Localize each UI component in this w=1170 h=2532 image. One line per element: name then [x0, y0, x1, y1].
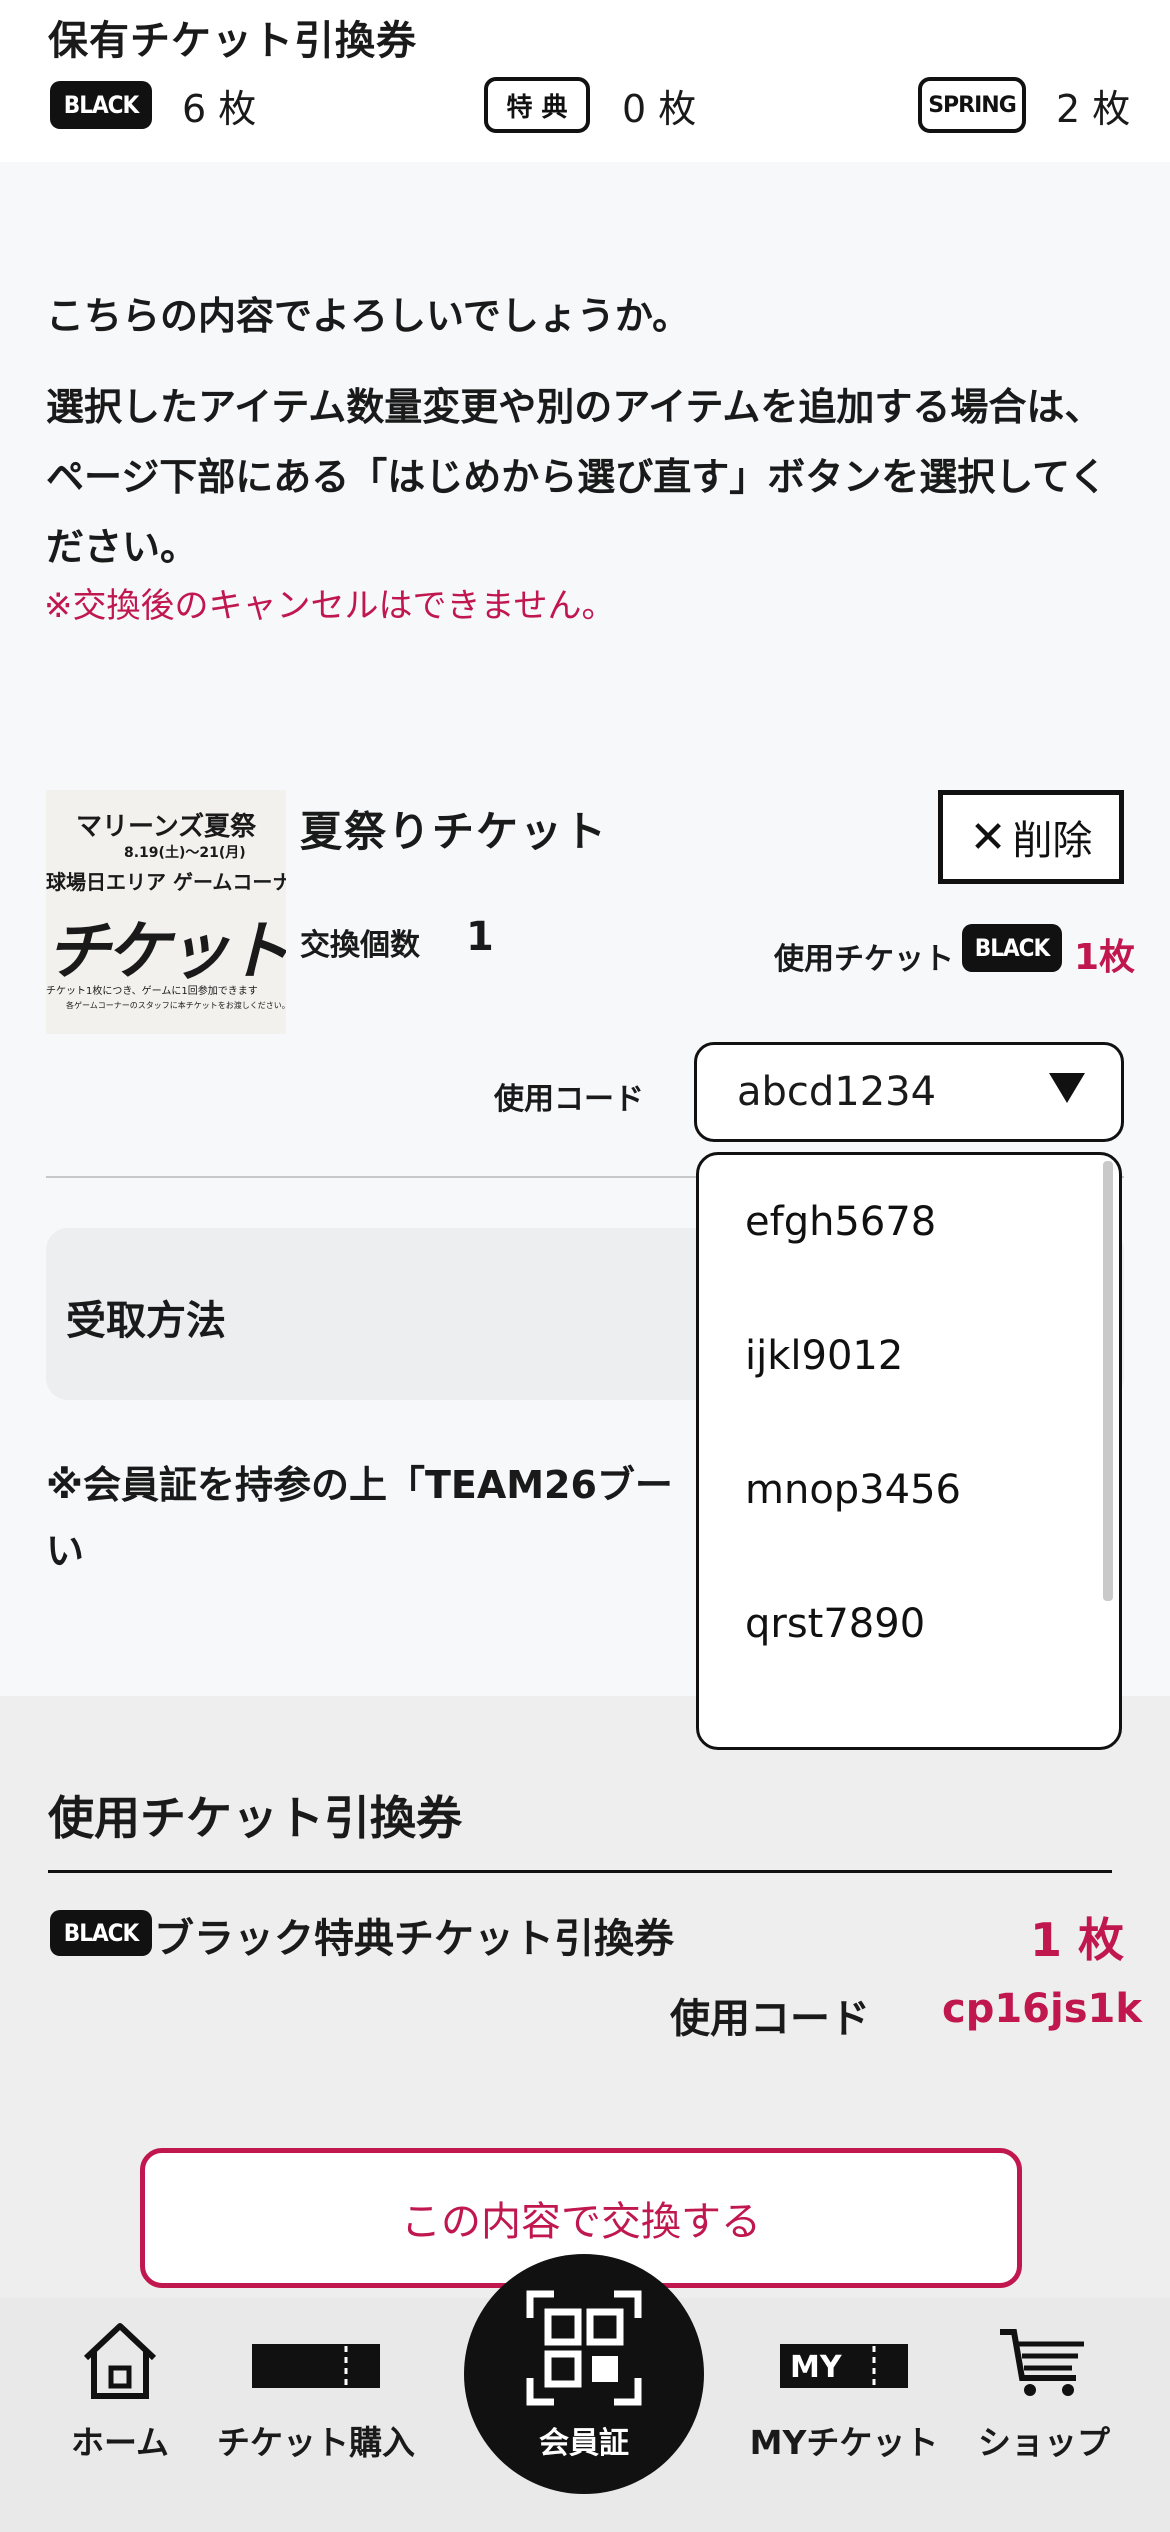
use-ticket-count: 1枚 — [1074, 937, 1136, 978]
quantity-value: 1 — [466, 914, 494, 960]
quantity-label: 交換個数 — [300, 928, 420, 963]
dropdown-option[interactable]: qrst7890 — [745, 1601, 925, 1647]
code-label: 使用コード — [494, 1082, 644, 1117]
black-count: 6 枚 — [182, 86, 257, 131]
close-icon: ✕ — [969, 811, 1007, 863]
confirm-instructions: 選択したアイテム数量変更や別のアイテムを追加する場合は、ページ下部にある「はじめ… — [46, 385, 1107, 569]
dropdown-option[interactable]: ijkl9012 — [745, 1333, 903, 1379]
nav-my-label: MYチケット — [749, 2423, 939, 2462]
cart-icon — [1000, 2329, 1084, 2396]
item-thumbnail: マリーンズ夏祭 8.19(土)〜21(月) 球場日エリア ゲームコーナー チケッ… — [46, 790, 286, 1034]
black-badge: BLACK — [50, 81, 152, 129]
nav-buy-label: チケット購入 — [217, 2423, 415, 2462]
used-ticket-name: ブラック特典チケット引換券 — [154, 1916, 674, 1962]
thumb-ticket-text: チケット — [46, 915, 286, 989]
nav-shop[interactable]: ショップ — [944, 2318, 1144, 2468]
nav-buy-ticket[interactable]: チケット購入 — [216, 2318, 416, 2468]
cancel-notice: ※交換後のキャンセルはできません。 — [44, 586, 616, 626]
nav-member-label: 会員証 — [539, 2426, 629, 2461]
owned-spring-ticket: SPRING 2 枚 — [918, 74, 1130, 136]
dropdown-scrollbar[interactable] — [1103, 1161, 1113, 1601]
triangle-down-icon — [1049, 1073, 1085, 1103]
item-name: 夏祭りチケット — [300, 807, 609, 856]
nav-shop-label: ショップ — [978, 2423, 1110, 2462]
delete-button[interactable]: ✕ 削除 — [938, 790, 1124, 884]
confirm-question: こちらの内容でよろしいでしょうか。 — [46, 294, 691, 338]
nav-member-card[interactable]: 会員証 — [464, 2254, 704, 2494]
owned-bonus-ticket: 特 典 0 枚 — [484, 74, 696, 136]
dropdown-option[interactable]: mnop3456 — [745, 1467, 961, 1513]
bonus-count: 0 枚 — [622, 86, 697, 131]
spring-count: 2 枚 — [1056, 86, 1131, 131]
used-tickets-title: 使用チケット引換券 — [48, 1791, 462, 1845]
my-ticket-icon-text: MY — [790, 2350, 843, 2385]
nav-my-ticket[interactable]: MY MYチケット — [744, 2318, 944, 2468]
thumb-area: 球場日エリア ゲームコーナー — [46, 870, 286, 894]
use-ticket-black-badge: BLACK — [962, 924, 1062, 972]
thumb-note2: 各ゲームコーナーのスタッフに本チケットをお渡しください。 — [66, 1001, 286, 1010]
delete-label: 削除 — [1012, 818, 1093, 864]
receive-method-label: 受取方法 — [66, 1298, 226, 1344]
used-code-label: 使用コード — [670, 1996, 870, 2042]
used-black-badge: BLACK — [50, 1910, 152, 1956]
code-select-value: abcd1234 — [737, 1069, 937, 1115]
code-select[interactable]: abcd1234 — [694, 1042, 1124, 1142]
thumb-dates: 8.19(土)〜21(月) — [124, 845, 246, 861]
used-code-value: cp16js1k — [942, 1986, 1142, 2032]
nav-home-label: ホーム — [70, 2423, 169, 2462]
home-icon — [83, 2323, 157, 2399]
thumb-note1: チケット1枚につき、ゲームに1回参加できます — [46, 986, 258, 997]
bonus-badge: 特 典 — [484, 77, 590, 133]
ticket-icon — [252, 2344, 380, 2388]
used-ticket-count: 1 枚 — [1030, 1913, 1125, 1967]
my-ticket-icon: MY — [780, 2344, 908, 2388]
thumb-title: マリーンズ夏祭 — [76, 812, 257, 842]
nav-home[interactable]: ホーム — [20, 2318, 220, 2468]
use-ticket-label: 使用チケット — [774, 942, 954, 977]
used-tickets-divider — [48, 1870, 1112, 1873]
spring-badge: SPRING — [918, 77, 1026, 133]
owned-tickets-title: 保有チケット引換券 — [48, 18, 417, 64]
owned-black-ticket: BLACK 6 枚 — [50, 74, 256, 136]
code-dropdown-list[interactable]: efgh5678 ijkl9012 mnop3456 qrst7890 — [696, 1152, 1122, 1750]
qr-code-icon — [526, 2290, 642, 2406]
dropdown-option[interactable]: efgh5678 — [745, 1199, 936, 1245]
